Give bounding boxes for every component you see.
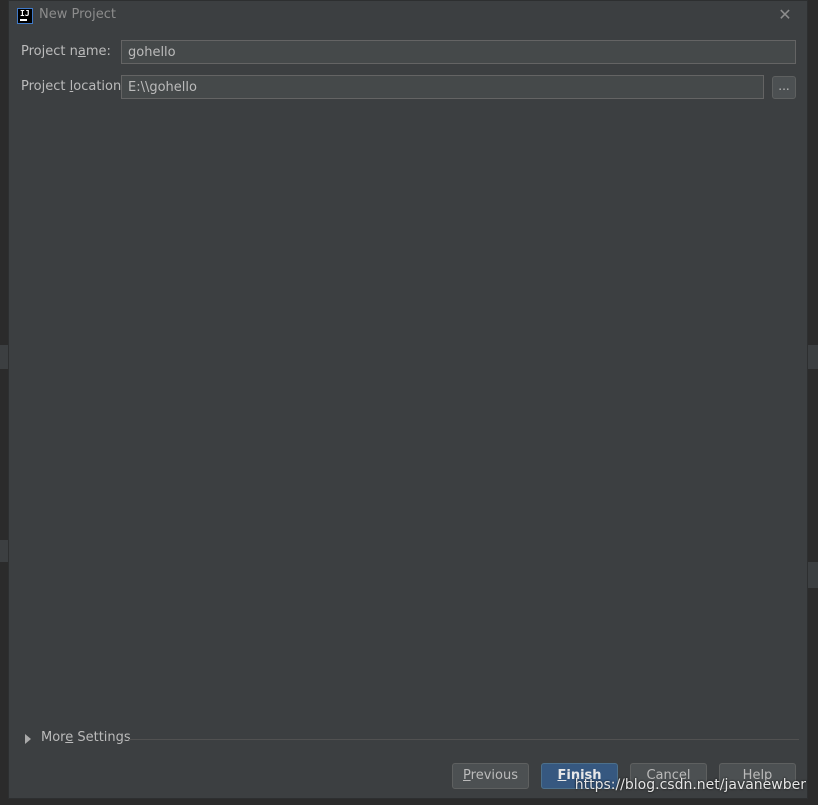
previous-button[interactable]: Previous <box>452 763 529 789</box>
project-name-label: Project name: <box>21 44 111 59</box>
project-location-label: Project location: <box>21 79 126 94</box>
more-settings-label: More Settings <box>41 730 131 745</box>
browse-location-button[interactable]: ... <box>772 76 796 99</box>
close-icon[interactable]: ✕ <box>777 6 793 24</box>
background-ide-band <box>808 562 818 588</box>
project-location-input[interactable] <box>121 75 764 99</box>
dialog-title: New Project <box>39 7 116 22</box>
title-bar: IJ New Project ✕ <box>9 1 807 31</box>
background-ide-left-edge <box>0 0 8 805</box>
background-ide-band <box>0 345 8 369</box>
project-name-input[interactable] <box>121 40 796 64</box>
background-ide-band <box>808 345 818 369</box>
more-settings-divider <box>129 739 799 740</box>
background-ide-band <box>0 540 8 562</box>
intellij-app-icon: IJ <box>17 8 33 24</box>
watermark-url: https://blog.csdn.net/javanewber <box>574 777 806 793</box>
background-ide-right-edge <box>808 0 818 805</box>
new-project-dialog: IJ New Project ✕ Project name: Project l… <box>8 0 808 799</box>
triangle-right-icon <box>25 734 31 744</box>
